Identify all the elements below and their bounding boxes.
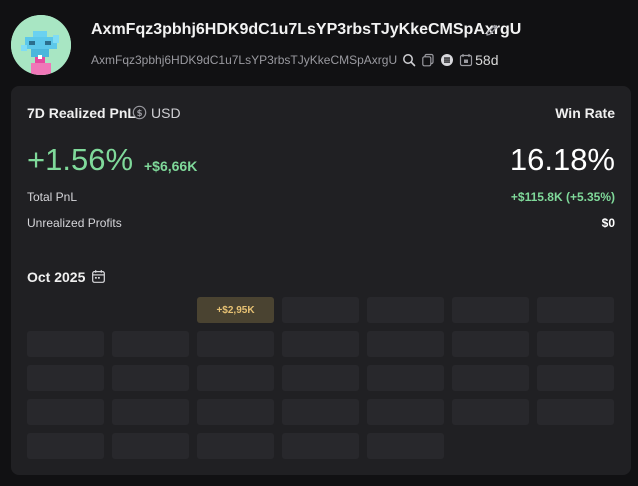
calendar-day[interactable] [197,365,274,391]
realized-pnl-percent: +1.56% [27,142,134,177]
pnl-card: 7D Realized PnL $ USD Win Rate +1.56% +$… [11,86,631,475]
calendar-day[interactable] [452,399,529,425]
age-icon [460,54,473,67]
calendar-icon[interactable] [91,269,106,284]
calendar-day[interactable] [112,399,189,425]
calendar-day[interactable] [27,399,104,425]
currency-toggle[interactable]: USD [151,105,181,121]
calendar-day[interactable] [367,433,444,459]
edit-icon[interactable] [484,22,500,38]
dollar-circle-icon[interactable]: $ [132,105,147,120]
calendar-day[interactable] [282,297,359,323]
calendar-day[interactable] [452,331,529,357]
calendar-day[interactable] [537,365,614,391]
realized-pnl-amount: +$6,66K [144,158,198,174]
wallet-type-icon [441,54,454,66]
calendar-day[interactable] [27,433,104,459]
unrealized-profits-label: Unrealized Profits [27,216,122,230]
calendar-month: Oct 2025 [27,269,86,285]
calendar-day[interactable] [282,331,359,357]
calendar-day[interactable] [282,433,359,459]
avatar[interactable] [11,15,71,75]
calendar-day[interactable] [282,399,359,425]
wallet-name: AxmFqz3pbhj6HDK9dC1u7LsYP3rbsTJyKkeCMSpA… [91,21,522,38]
wallet-age: 58d [475,52,499,68]
calendar-day[interactable] [112,331,189,357]
wallet-address[interactable]: AxmFqz3pbhj6HDK9dC1u7LsYP3rbsTJyKkeCMSpA… [91,53,397,67]
calendar-day[interactable] [27,331,104,357]
calendar-day[interactable] [197,433,274,459]
calendar-day[interactable] [537,399,614,425]
calendar-day[interactable] [27,365,104,391]
total-pnl-label: Total PnL [27,190,78,204]
wallet-header: AxmFqz3pbhj6HDK9dC1u7LsYP3rbsTJyKkeCMSpA… [0,0,638,84]
calendar-day[interactable] [112,433,189,459]
win-rate-value: 16.18% [509,142,615,177]
total-pnl-value: +$115.8K (+5.35%) [510,190,615,204]
calendar-day[interactable] [282,365,359,391]
avatar-image [11,15,71,75]
calendar-grid: +$2,95K [27,297,614,459]
calendar-blank [27,297,104,323]
calendar-day[interactable] [537,331,614,357]
calendar-day[interactable] [367,399,444,425]
calendar-day[interactable] [452,297,529,323]
pnl-title: 7D Realized PnL [27,105,136,121]
calendar-day[interactable] [197,331,274,357]
calendar-day[interactable] [367,331,444,357]
calendar-day[interactable] [197,399,274,425]
calendar-blank [112,297,189,323]
svg-text:$: $ [137,108,143,118]
address-row: AxmFqz3pbhj6HDK9dC1u7LsYP3rbsTJyKkeCMSpA… [91,52,498,68]
calendar-day[interactable] [367,365,444,391]
unrealized-profits-value: $0 [601,216,615,230]
calendar-day[interactable] [367,297,444,323]
calendar-day[interactable] [537,297,614,323]
calendar-day[interactable] [112,365,189,391]
copy-icon[interactable] [421,53,435,67]
calendar-day[interactable] [452,365,529,391]
calendar-day[interactable]: +$2,95K [197,297,274,323]
win-rate-label: Win Rate [555,105,615,121]
search-icon[interactable] [402,53,416,67]
